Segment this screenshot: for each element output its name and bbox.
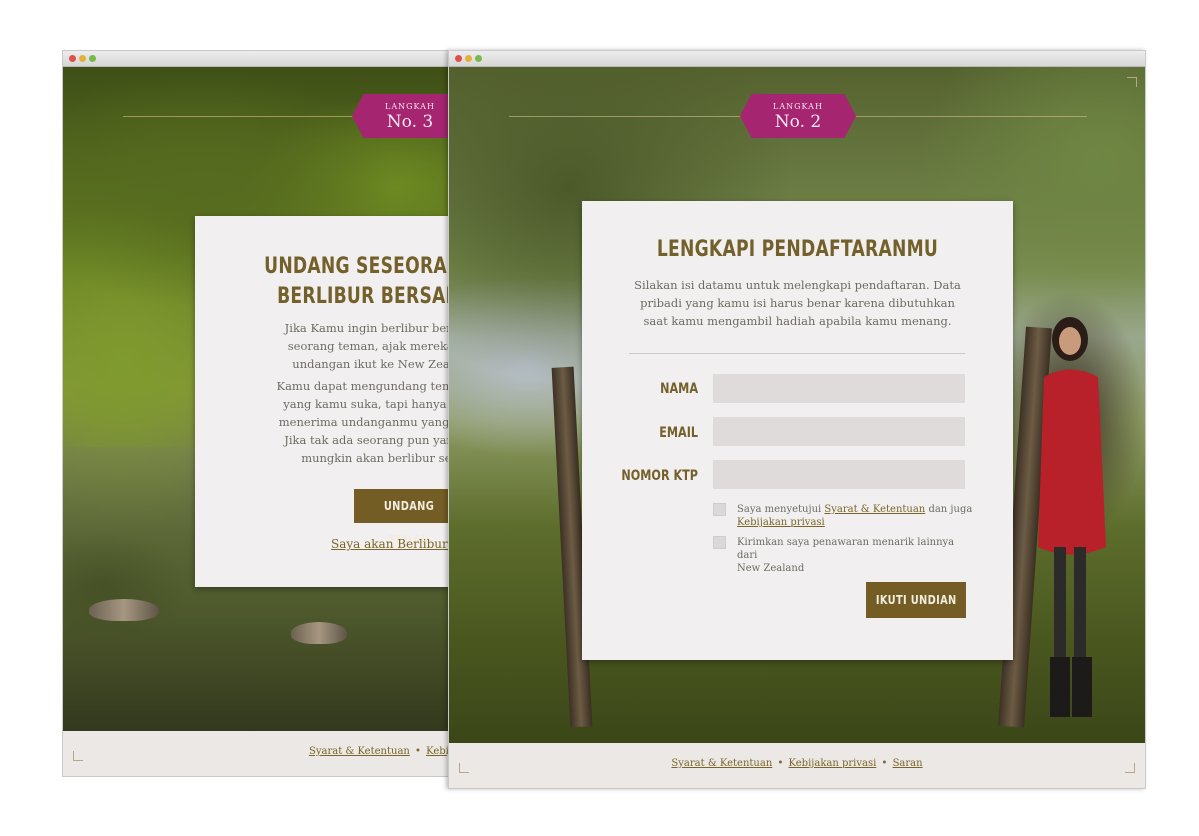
close-window-button[interactable] — [455, 55, 462, 62]
registration-heading: LENGKAPI PENDAFTARANMU — [656, 237, 939, 262]
invite-p2-line: Jika tak ada seorang pun yang m — [284, 433, 476, 447]
invite-p2-line: yang kamu suka, tapi hanya oran — [283, 397, 477, 411]
invite-p1-line: Jika Kamu ingin berlibur bersam — [284, 321, 476, 335]
invite-card: UNDANG SESEORANG BERLIBUR BERSAM Jika Ka… — [195, 216, 482, 587]
woman-in-red-coat — [1038, 317, 1106, 717]
invite-p1-line: seorang teman, ajak mereka un — [287, 339, 473, 353]
window-step-3: LANGKAH No. 3 UNDANG SESEORANG BERLIBUR … — [62, 50, 482, 777]
close-window-button[interactable] — [69, 55, 76, 62]
offers-line: New Zealand — [737, 563, 805, 574]
agree-terms-link[interactable]: Syarat & Ketentuan — [824, 504, 925, 515]
registration-intro: Silakan isi datamu untuk melengkapi pend… — [582, 276, 1013, 330]
window-titlebar — [63, 51, 481, 67]
ktp-number-input[interactable] — [713, 460, 965, 489]
join-draw-button[interactable]: IKUTI UNDIAN — [866, 582, 966, 618]
step-badge: LANGKAH No. 2 — [740, 94, 856, 138]
receive-offers-checkbox[interactable] — [713, 536, 726, 549]
join-draw-button-label: IKUTI UNDIAN — [875, 593, 957, 607]
agree-middle: dan juga — [928, 504, 973, 515]
badge-number: No. 2 — [774, 112, 822, 132]
ktp-number-label: NOMOR KTP — [621, 468, 698, 484]
minimize-window-button[interactable] — [79, 55, 86, 62]
invite-p2-line: Kamu dapat mengundang teman se — [276, 379, 482, 393]
badge-label: LANGKAH — [773, 102, 823, 111]
divider — [629, 353, 965, 354]
footer-separator: • — [881, 758, 888, 769]
invite-heading-line2: BERLIBUR BERSAM — [277, 284, 463, 309]
intro-line: pribadi yang kamu isi harus benar karena… — [640, 296, 955, 310]
invite-heading-line1: UNDANG SESEORANG — [264, 254, 476, 279]
zoom-window-button[interactable] — [89, 55, 96, 62]
name-label: NAMA — [660, 381, 698, 397]
footer-step-2: Syarat & Ketentuan • Kebijakan privasi •… — [449, 743, 1145, 788]
receive-offers-text: Kirimkan saya penawaran menarik lainnya … — [737, 536, 977, 575]
footer-terms-link[interactable]: Syarat & Ketentuan — [671, 758, 772, 769]
intro-line: Silakan isi datamu untuk melengkapi pend… — [634, 278, 961, 292]
zoom-window-button[interactable] — [475, 55, 482, 62]
duck-2 — [291, 622, 347, 644]
agree-terms-text: Saya menyetujui Syarat & Ketentuan dan j… — [737, 503, 977, 529]
invite-p2-line: menerima undanganmu yang akan — [278, 415, 482, 429]
name-input[interactable] — [713, 374, 965, 403]
footer-separator: • — [777, 758, 784, 769]
intro-line: saat kamu mengambil hadiah apabila kamu … — [643, 314, 952, 328]
window-titlebar — [449, 51, 1145, 67]
agree-privacy-link[interactable]: Kebijakan privasi — [737, 517, 825, 528]
window-step-2: LANGKAH No. 2 LENGKAPI PENDAFTARANMU Sil… — [448, 50, 1146, 789]
agree-prefix: Saya menyetujui — [737, 504, 822, 515]
email-input[interactable] — [713, 417, 965, 446]
corner-mark — [73, 751, 83, 761]
email-label: EMAIL — [659, 425, 698, 441]
agree-terms-checkbox[interactable] — [713, 503, 726, 516]
corner-mark — [459, 763, 469, 773]
footer-privacy-link[interactable]: Kebijakan privasi — [789, 758, 877, 769]
footer-step-3: Syarat & Ketentuan • Kebijakan pri — [63, 731, 481, 776]
corner-mark — [1125, 763, 1135, 773]
corner-mark — [1127, 77, 1137, 87]
duck-1 — [89, 599, 159, 621]
offers-line: Kirimkan saya penawaran menarik lainnya … — [737, 537, 955, 561]
invite-p2-line: mungkin akan berlibur sen — [301, 451, 459, 465]
invite-p1-line: undangan ikut ke New Zealan — [292, 357, 468, 371]
footer-separator: • — [415, 746, 421, 757]
footer-terms-link[interactable]: Syarat & Ketentuan — [309, 746, 410, 757]
invite-paragraph-2: Kamu dapat mengundang teman se yang kamu… — [195, 377, 482, 467]
invite-paragraph-1: Jika Kamu ingin berlibur bersam seorang … — [195, 319, 481, 373]
minimize-window-button[interactable] — [465, 55, 472, 62]
footer-feedback-link[interactable]: Saran — [893, 758, 923, 769]
registration-card: LENGKAPI PENDAFTARANMU Silakan isi datam… — [582, 201, 1013, 660]
